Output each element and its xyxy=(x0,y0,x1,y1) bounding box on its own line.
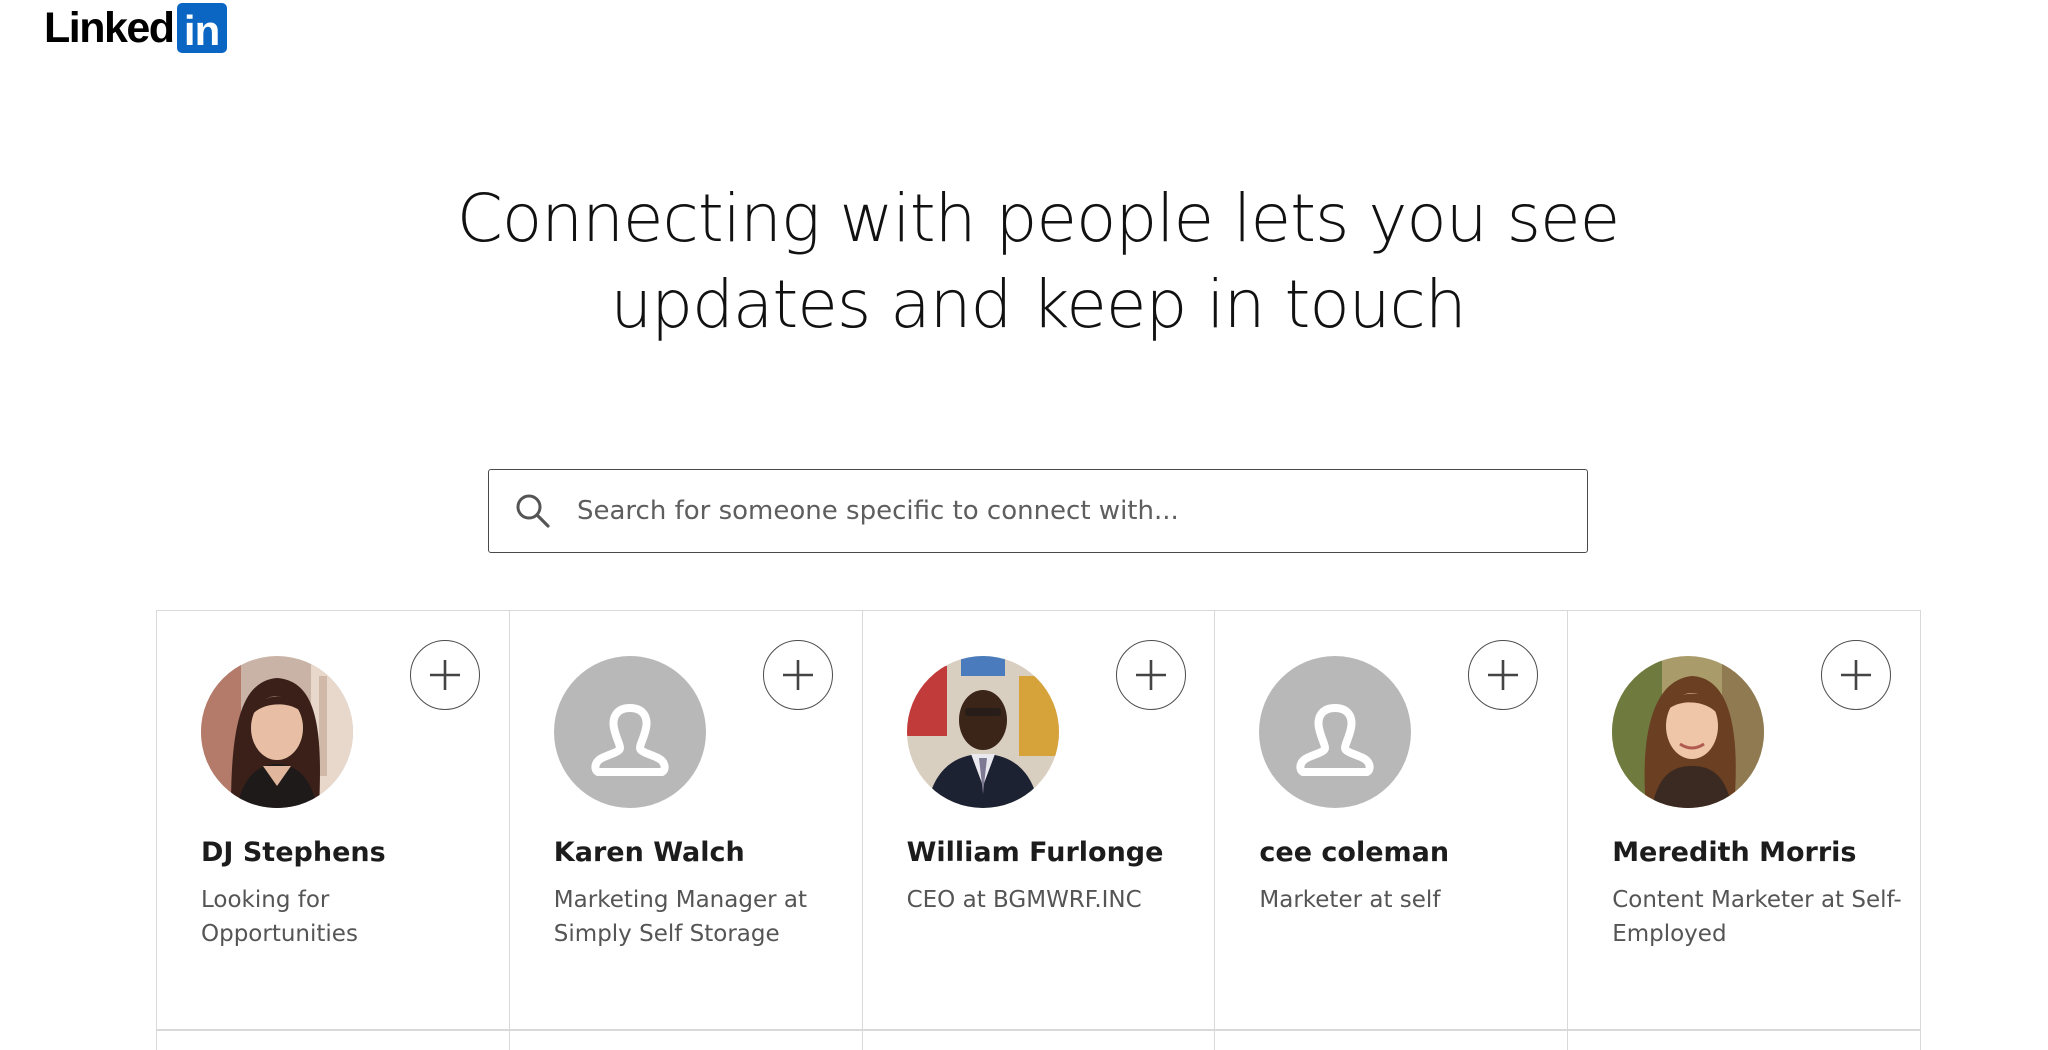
search-input[interactable] xyxy=(575,480,1587,542)
person-name[interactable]: William Furlonge xyxy=(907,837,1164,868)
connect-button[interactable] xyxy=(762,640,833,710)
connect-button[interactable] xyxy=(1115,640,1186,710)
person-headline: Marketing Manager at Simply Self Storage xyxy=(553,887,807,947)
card-divider xyxy=(862,1029,1215,1031)
search-box[interactable] xyxy=(488,469,1588,553)
card-divider xyxy=(157,1029,509,1031)
person-placeholder-icon xyxy=(553,656,706,808)
avatar[interactable] xyxy=(201,656,353,808)
plus-icon xyxy=(1488,660,1519,690)
page-title: Connecting with people lets you see upda… xyxy=(0,176,2048,348)
person-headline: Content Marketer at Self-Employed xyxy=(1612,887,1902,947)
person-headline: CEO at BGMWRF.INC xyxy=(906,887,1142,913)
logo-in-box: in xyxy=(176,3,227,53)
person-card[interactable]: Karen Walch Marketing Manager at Simply … xyxy=(509,611,863,1050)
connect-button[interactable] xyxy=(1468,640,1539,710)
person-name[interactable]: cee coleman xyxy=(1259,837,1449,868)
person-card[interactable]: Meredith Morris Content Marketer at Self… xyxy=(1568,611,1921,1050)
logo-wordmark: Linked xyxy=(44,3,175,52)
person-card[interactable]: cee coleman Marketer at self xyxy=(1215,611,1569,1050)
connect-button[interactable] xyxy=(410,640,480,710)
avatar[interactable] xyxy=(1259,656,1412,808)
plus-icon xyxy=(1841,660,1872,690)
page-title-line-2: updates and keep in touch xyxy=(610,266,1466,343)
person-name[interactable]: Meredith Morris xyxy=(1612,837,1856,868)
person-name[interactable]: Karen Walch xyxy=(554,837,745,868)
avatar[interactable] xyxy=(906,656,1059,808)
person-headline: Marketer at self xyxy=(1259,887,1441,913)
person-card[interactable]: DJ Stephens Looking for Opportunities xyxy=(157,611,510,1050)
avatar[interactable] xyxy=(1612,656,1765,808)
card-divider xyxy=(1568,1029,1920,1031)
connect-button[interactable] xyxy=(1821,640,1892,710)
card-divider xyxy=(509,1029,862,1031)
person-placeholder-icon xyxy=(1259,656,1412,808)
person-headline: Looking for Opportunities xyxy=(201,887,358,947)
linkedin-logo: Linked in xyxy=(44,2,227,54)
people-suggestions: DJ Stephens Looking for Opportunities Ka… xyxy=(156,610,1921,1050)
search-icon xyxy=(516,494,550,528)
page-title-line-1: Connecting with people lets you see xyxy=(456,180,1620,257)
plus-icon xyxy=(782,660,813,690)
plus-icon xyxy=(430,660,460,690)
person-name[interactable]: DJ Stephens xyxy=(201,837,386,868)
card-divider xyxy=(1215,1029,1568,1031)
person-card[interactable]: William Furlonge CEO at BGMWRF.INC xyxy=(862,611,1216,1050)
avatar[interactable] xyxy=(553,656,706,808)
plus-icon xyxy=(1135,660,1166,690)
